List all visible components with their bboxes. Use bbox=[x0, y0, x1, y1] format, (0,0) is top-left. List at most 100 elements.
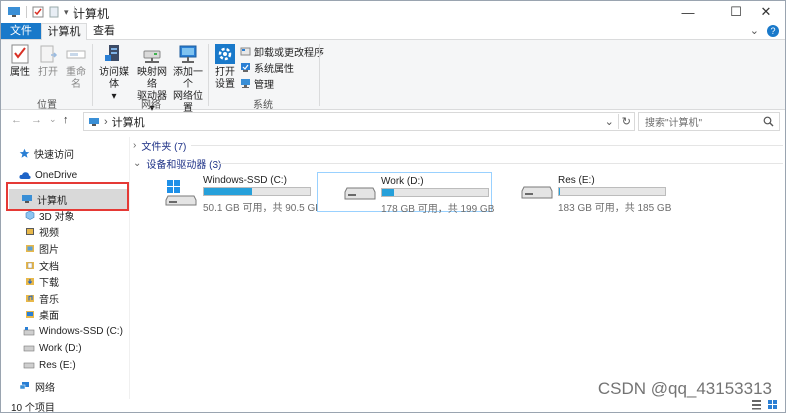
sidebar-item-drive-d[interactable]: Work (D:) bbox=[23, 340, 82, 356]
access-media-label-2: ▾ bbox=[111, 91, 117, 102]
system-properties-button[interactable]: 系统属性 bbox=[240, 60, 294, 75]
manage-button[interactable]: 管理 bbox=[240, 76, 274, 91]
sidebar-item-documents[interactable]: 文档 bbox=[25, 257, 59, 273]
section-divider bbox=[213, 163, 783, 164]
minimize-button[interactable]: — bbox=[669, 1, 707, 23]
breadcrumb-separator[interactable]: › bbox=[104, 116, 108, 128]
explorer-window: ▾ 计算机 — ☐ ✕ 文件 计算机 查看 ⌄ ? 属性 打开 重命名 位置 访… bbox=[0, 0, 786, 413]
drive-tile-e[interactable]: Res (E:) 183 GB 可用，共 185 GB bbox=[519, 172, 672, 214]
sidebar-item-label: Work (D:) bbox=[39, 342, 82, 354]
new-folder-quick-icon[interactable] bbox=[48, 6, 60, 18]
quick-access-toolbar: ▾ bbox=[7, 5, 80, 19]
devices-header-label: 设备和驱动器 (3) bbox=[146, 159, 222, 171]
group-separator bbox=[208, 44, 209, 106]
sidebar-item-music[interactable]: 音乐 bbox=[25, 290, 59, 306]
open-settings-label-1: 打开 bbox=[215, 67, 235, 78]
computer-management-icon bbox=[240, 78, 251, 89]
tab-computer[interactable]: 计算机 bbox=[41, 23, 87, 40]
sidebar-item-drive-e[interactable]: Res (E:) bbox=[23, 357, 76, 373]
rename-button[interactable]: 重命名 bbox=[62, 43, 90, 91]
search-input[interactable]: 搜索"计算机" bbox=[645, 114, 763, 129]
annotation-highlight-box bbox=[6, 182, 129, 211]
add-location-label-1: 添加一个 bbox=[173, 67, 203, 90]
ribbon-tabs: 文件 计算机 查看 ⌄ ? bbox=[1, 23, 785, 40]
address-dropdown-button[interactable]: ⌄ bbox=[605, 115, 614, 128]
pane-divider[interactable] bbox=[129, 137, 130, 399]
properties-button[interactable]: 属性 bbox=[7, 43, 33, 79]
network-drive-icon bbox=[141, 43, 163, 65]
rename-icon bbox=[65, 43, 87, 65]
recent-locations-button[interactable]: ⌄ bbox=[49, 114, 57, 125]
sidebar-item-desktop[interactable]: 桌面 bbox=[25, 306, 59, 322]
drive-name: Res (E:) bbox=[558, 175, 595, 186]
sidebar-item-label: 图片 bbox=[39, 244, 59, 256]
cloud-icon bbox=[19, 171, 31, 180]
open-button[interactable]: 打开 bbox=[36, 43, 60, 79]
status-bar: 10 个项目 bbox=[1, 398, 785, 412]
details-view-icon[interactable] bbox=[751, 399, 762, 410]
address-field[interactable]: › 计算机 ⌄ ↻ bbox=[83, 112, 635, 131]
sidebar-item-pictures[interactable]: 图片 bbox=[25, 240, 59, 256]
watermark-text: CSDN @qq_43153313 bbox=[597, 379, 772, 398]
network-icon bbox=[19, 381, 31, 391]
drive-usage-fill bbox=[559, 188, 561, 195]
help-icon[interactable]: ? bbox=[767, 24, 779, 37]
drive-usage-bar bbox=[381, 188, 489, 197]
devices-section-header[interactable]: ⌄ 设备和驱动器 (3) bbox=[133, 156, 222, 171]
access-media-button[interactable]: 访问媒体 ▾ bbox=[95, 43, 133, 103]
folders-section-header[interactable]: › 文件夹 (7) bbox=[133, 138, 187, 153]
pc-app-icon bbox=[7, 6, 21, 18]
sidebar-item-label: OneDrive bbox=[35, 169, 78, 181]
title-bar: ▾ 计算机 — ☐ ✕ bbox=[1, 1, 785, 23]
desktop-folder-icon bbox=[25, 309, 35, 319]
tab-file[interactable]: 文件 bbox=[1, 23, 41, 39]
sidebar-item-label: 下载 bbox=[39, 277, 59, 289]
sidebar-item-label: 文档 bbox=[39, 261, 59, 273]
sidebar-item-downloads[interactable]: 下载 bbox=[25, 273, 59, 289]
drive-icon bbox=[344, 187, 376, 201]
breadcrumb-computer[interactable]: 计算机 bbox=[112, 114, 145, 130]
drive-icon bbox=[521, 186, 553, 200]
tab-view[interactable]: 查看 bbox=[87, 23, 121, 39]
sidebar-item-onedrive[interactable]: OneDrive bbox=[19, 167, 77, 183]
open-settings-button[interactable]: 打开 设置 bbox=[212, 43, 238, 91]
drive-usage-fill bbox=[204, 188, 252, 195]
map-drive-label-1: 映射网络 bbox=[137, 67, 167, 90]
sidebar-item-label: 音乐 bbox=[39, 294, 59, 306]
forward-button[interactable]: → bbox=[31, 114, 42, 126]
properties-quick-icon[interactable] bbox=[32, 6, 44, 18]
drive-name: Work (D:) bbox=[381, 176, 424, 187]
sidebar-item-label: 网络 bbox=[35, 382, 55, 394]
back-button[interactable]: ← bbox=[11, 114, 22, 126]
window-title: 计算机 bbox=[73, 7, 110, 21]
group-network-label: 网络 bbox=[141, 100, 161, 111]
pc-location-icon bbox=[88, 117, 100, 127]
drive-tile-c[interactable]: Windows-SSD (C:) 50.1 GB 可用，共 90.5 GB bbox=[163, 172, 322, 214]
network-location-icon bbox=[177, 43, 199, 65]
sidebar-item-label: Windows-SSD (C:) bbox=[39, 325, 123, 337]
sidebar-item-drive-c[interactable]: Windows-SSD (C:) bbox=[23, 323, 123, 339]
drive-space-info: 50.1 GB 可用，共 90.5 GB bbox=[203, 203, 322, 214]
sidebar-item-videos[interactable]: 视频 bbox=[25, 223, 59, 239]
drive-space-info: 183 GB 可用，共 185 GB bbox=[558, 203, 672, 214]
video-folder-icon bbox=[25, 226, 35, 236]
sidebar-item-network[interactable]: 网络 bbox=[19, 378, 55, 394]
sidebar-item-label: 视频 bbox=[39, 227, 59, 239]
search-box[interactable]: 搜索"计算机" bbox=[638, 112, 780, 131]
close-button[interactable]: ✕ bbox=[747, 1, 785, 23]
sidebar-item-label: 快速访问 bbox=[34, 149, 74, 161]
folders-header-label: 文件夹 (7) bbox=[141, 141, 187, 153]
tiles-view-icon[interactable] bbox=[767, 399, 778, 410]
drive-usage-bar bbox=[203, 187, 311, 196]
sidebar-item-quick-access[interactable]: 快速访问 bbox=[19, 145, 74, 161]
music-folder-icon bbox=[25, 293, 35, 303]
refresh-button[interactable]: ↻ bbox=[622, 115, 631, 128]
access-media-label-1: 访问媒体 bbox=[99, 67, 129, 90]
customize-dropdown-icon[interactable]: ▾ bbox=[64, 7, 69, 18]
up-button[interactable]: ↑ bbox=[63, 114, 69, 126]
group-separator bbox=[319, 44, 320, 106]
expand-ribbon-icon[interactable]: ⌄ bbox=[750, 24, 759, 37]
uninstall-programs-button[interactable]: 卸载或更改程序 bbox=[240, 44, 324, 59]
drive-tile-d[interactable]: Work (D:) 178 GB 可用，共 199 GB bbox=[317, 172, 494, 215]
add-network-location-button[interactable]: 添加一个 网络位置 bbox=[170, 43, 206, 115]
